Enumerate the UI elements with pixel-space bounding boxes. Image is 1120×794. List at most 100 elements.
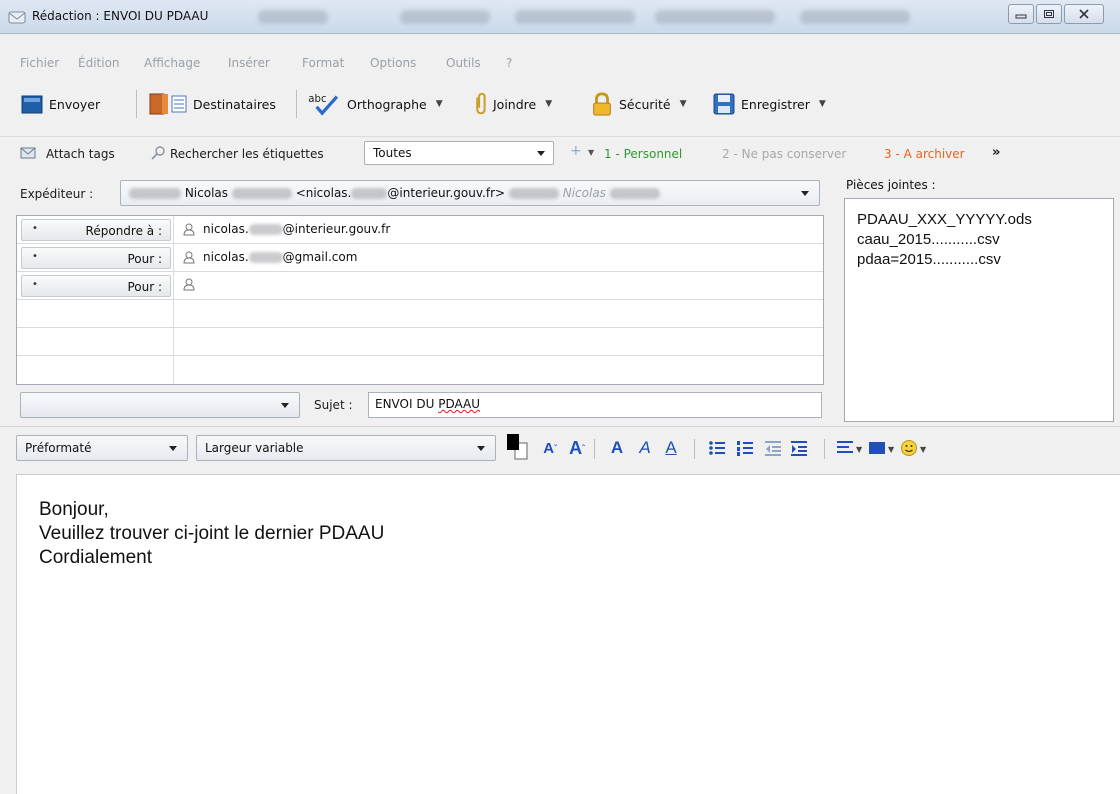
maximize-button[interactable] [1036,4,1062,24]
outdent-icon[interactable] [764,439,782,457]
blurred-taskbar-item [800,10,910,24]
close-icon [1079,9,1089,19]
font-value: Largeur variable [205,441,304,455]
menu-format[interactable]: Format [302,56,344,70]
minimize-button[interactable] [1008,4,1034,24]
empty-recipient-row[interactable] [17,328,823,356]
compose-app-icon [8,11,26,24]
recipient-address-start: nicolas. [203,250,249,264]
smiley-icon[interactable] [900,439,918,457]
title-bar: Rédaction : ENVOI DU PDAAU [0,0,1120,34]
attachment-item[interactable]: caau_2015...........csv [857,231,1000,248]
menu-edit[interactable]: Édition [78,56,120,70]
compose-window: Rédaction : ENVOI DU PDAAU Fichier Éditi… [0,0,1120,794]
chevron-down-icon[interactable]: ▼ [588,148,594,157]
recipient-address[interactable]: nicolas. @interieur.gouv.fr [183,222,390,236]
menu-file[interactable]: Fichier [20,56,59,70]
chevron-down-icon[interactable]: ▼ [819,99,826,109]
search-tags-button[interactable]: Rechercher les étiquettes [170,147,324,161]
attachments-list[interactable]: PDAAU_XXX_YYYYY.ods caau_2015...........… [844,198,1114,422]
more-tags-button[interactable]: » [992,145,1000,160]
chevron-down-icon[interactable]: ▼ [920,445,926,454]
menu-help[interactable]: ? [506,56,512,70]
tag-do-not-keep[interactable]: 2 - Ne pas conserver [722,147,846,161]
recipient-type-select[interactable]: • Répondre à : [21,219,171,241]
menu-bar: Fichier Édition Affichage Insérer Format… [0,52,1120,74]
floppy-disk-icon [713,93,735,115]
attachment-item[interactable]: PDAAU_XXX_YYYYY.ods [857,211,1032,228]
toolbar-separator [136,90,137,118]
sender-select[interactable]: Nicolas <nicolas. @interieur.gouv.fr> Nic… [120,180,820,206]
spell-check-icon-text: abc [308,94,326,105]
chevron-down-icon[interactable]: ▼ [680,99,687,109]
lock-icon [593,92,611,116]
subject-value: ENVOI DU PDAAU [375,397,480,411]
numbered-list-icon[interactable] [736,439,754,457]
align-icon[interactable] [836,439,854,457]
menu-options[interactable]: Options [370,56,416,70]
empty-recipient-row[interactable] [17,300,823,328]
message-body[interactable]: Bonjour, Veuillez trouver ci-joint le de… [16,474,1120,794]
attach-tags-button[interactable]: Attach tags [46,147,115,161]
font-smaller-icon[interactable]: Aˇ [540,437,560,459]
recipient-address-end: @gmail.com [282,250,358,264]
sender-identity: Nicolas [562,186,606,200]
redacted-text [351,188,388,199]
body-line: Veuillez trouver ci-joint le dernier PDA… [39,523,385,544]
text-color-icon[interactable] [506,433,528,461]
menu-insert[interactable]: Insérer [228,56,270,70]
contacts-button[interactable]: Destinataires [148,88,276,120]
minimize-icon [1015,14,1027,19]
insert-image-icon[interactable] [868,440,886,456]
person-icon [183,251,195,263]
recipient-row: • Pour : [17,272,823,300]
subject-field[interactable]: ENVOI DU PDAAU [368,392,822,418]
spell-check-icon: abc [308,94,339,116]
toolbar-separator [296,90,297,118]
person-icon [183,278,195,291]
chevron-down-icon [537,151,545,156]
window-left-edge [0,460,14,794]
sender-email-start: <nicolas. [295,186,352,200]
attachments-pane: Pièces jointes : PDAAU_XXX_YYYYY.ods caa… [838,172,1120,424]
paperclip-icon [476,92,486,115]
security-button[interactable]: Sécurité ▼ [590,88,687,120]
spell-check-button[interactable]: abc Orthographe ▼ [306,88,443,120]
recipient-type-select[interactable]: • Pour : [21,247,171,269]
recipient-address[interactable] [183,278,203,291]
bold-icon[interactable]: A [606,437,628,459]
chevron-down-icon[interactable]: ▼ [856,445,862,454]
redacted-text [609,188,660,199]
priority-select[interactable] [20,392,300,418]
security-label: Sécurité [619,96,671,112]
tag-personal[interactable]: 1 - Personnel [604,147,682,161]
font-larger-icon[interactable]: Aˆ [566,437,588,459]
menu-tools[interactable]: Outils [446,56,481,70]
subject-prefix: ENVOI DU [375,397,439,411]
chevron-down-icon[interactable]: ▼ [888,445,894,454]
underline-icon[interactable]: A [660,437,682,459]
tag-filter-select[interactable]: Toutes [364,141,554,165]
tag-archive[interactable]: 3 - A archiver [884,147,965,161]
attachment-item[interactable]: pdaa=2015...........csv [857,251,1001,268]
send-button[interactable]: Envoyer [20,88,100,120]
close-button[interactable] [1064,4,1104,24]
add-tag-icon[interactable]: + [570,143,582,159]
attach-button[interactable]: Joindre ▼ [472,88,552,120]
empty-recipient-row[interactable] [17,356,823,384]
menu-view[interactable]: Affichage [144,56,200,70]
chevron-down-icon[interactable]: ▼ [545,99,552,109]
italic-icon[interactable]: A [634,437,656,459]
body-line: Bonjour, [39,499,109,520]
paragraph-style-select[interactable]: Préformaté [16,435,188,461]
chevron-down-icon[interactable]: ▼ [436,99,443,109]
recipient-address[interactable]: nicolas. @gmail.com [183,250,357,264]
save-button[interactable]: Enregistrer ▼ [712,88,826,120]
blurred-taskbar-item [258,10,328,24]
address-book-icon [149,93,187,115]
bullet-list-icon[interactable] [708,439,726,457]
recipient-type-select[interactable]: • Pour : [21,275,171,297]
font-select[interactable]: Largeur variable [196,435,496,461]
indent-icon[interactable] [790,439,808,457]
blurred-taskbar-item [400,10,490,24]
